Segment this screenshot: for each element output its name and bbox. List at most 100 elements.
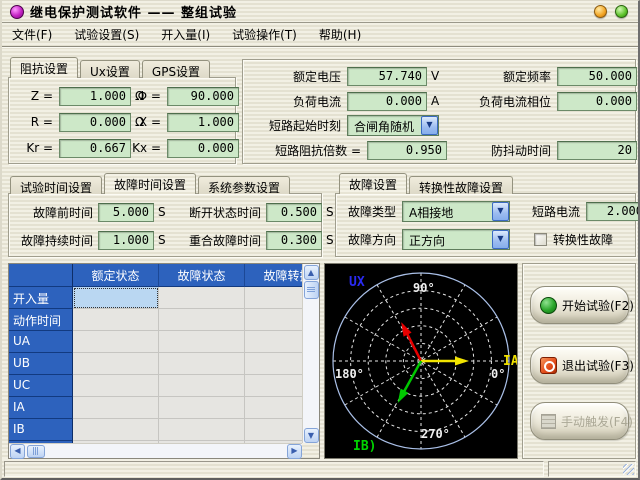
table-cell[interactable] <box>245 309 303 331</box>
table-cell[interactable] <box>245 353 303 375</box>
table-cell[interactable] <box>159 397 245 419</box>
column-header-fault[interactable]: 故障状态 <box>159 264 245 287</box>
menu-file[interactable]: 文件(F) <box>10 24 54 45</box>
fault-type-dropdown[interactable]: A相接地 ▼ <box>402 201 510 222</box>
open-state-input[interactable] <box>266 203 322 222</box>
phasor-label-270: 270° <box>421 427 450 441</box>
reclose-input[interactable] <box>266 231 322 250</box>
table-cell[interactable] <box>73 375 159 397</box>
status-secondary <box>548 461 636 477</box>
tab-test-times[interactable]: 试验时间设置 <box>10 176 102 194</box>
debounce-input[interactable] <box>557 141 637 160</box>
vertical-scroll-thumb[interactable] <box>304 281 319 299</box>
chevron-down-icon[interactable]: ▼ <box>492 230 509 249</box>
start-icon <box>540 297 557 314</box>
table-cell[interactable] <box>73 331 159 353</box>
vertical-scrollbar[interactable]: ▲ ▼ <box>302 264 319 444</box>
rated-frequency-input[interactable] <box>557 67 637 86</box>
scroll-up-icon[interactable]: ▲ <box>304 265 319 280</box>
sc-multiple-input[interactable] <box>367 141 447 160</box>
times-tabstrip: 试验时间设置 故障时间设置 系统参数设置 <box>10 173 292 194</box>
tab-gps-settings[interactable]: GPS设置 <box>142 60 210 78</box>
tab-convert-fault-settings[interactable]: 转换性故障设置 <box>409 176 513 194</box>
convert-fault-checkbox[interactable] <box>534 233 547 246</box>
fault-direction-dropdown[interactable]: 正方向 ▼ <box>402 229 510 250</box>
title-bar: 继电保护测试软件 —— 整组试验 <box>2 1 638 23</box>
manual-trigger-button[interactable]: 手动触发(F4) <box>530 402 629 440</box>
menu-help[interactable]: 帮助(H) <box>317 24 363 45</box>
pre-fault-input[interactable] <box>98 203 154 222</box>
stop-icon <box>540 357 557 374</box>
table-cell[interactable] <box>73 397 159 419</box>
column-header-rated[interactable]: 额定状态 <box>73 264 159 287</box>
table-cell[interactable] <box>245 397 303 419</box>
r-input[interactable] <box>59 113 131 132</box>
load-phase-input[interactable] <box>557 92 637 111</box>
resize-grip-icon[interactable] <box>623 464 634 475</box>
tab-ux-settings[interactable]: Ux设置 <box>80 60 140 78</box>
tab-fault-times[interactable]: 故障时间设置 <box>104 173 196 194</box>
phasor-label-180: 180° <box>335 367 364 381</box>
horizontal-scrollbar[interactable]: ◀ ▶ <box>9 443 303 458</box>
table-cell[interactable] <box>245 331 303 353</box>
menu-input-quantity[interactable]: 开入量(I) <box>159 24 212 45</box>
row-header[interactable]: UB <box>9 353 73 375</box>
table-row: UB <box>9 353 303 375</box>
tab-impedance-settings[interactable]: 阻抗设置 <box>10 57 78 78</box>
table-cell[interactable] <box>159 331 245 353</box>
row-header[interactable]: UA <box>9 331 73 353</box>
rated-voltage-unit: V <box>431 69 439 83</box>
open-state-label: 断开状态时间 <box>173 204 261 221</box>
scroll-left-icon[interactable]: ◀ <box>10 444 25 459</box>
table-cell[interactable] <box>159 353 245 375</box>
row-header[interactable]: IA <box>9 397 73 419</box>
scroll-down-icon[interactable]: ▼ <box>304 428 319 443</box>
horizontal-scroll-thumb[interactable] <box>27 445 45 458</box>
fault-direction-label: 故障方向 <box>344 231 396 248</box>
table-cell[interactable] <box>245 419 303 441</box>
load-current-input[interactable] <box>347 92 427 111</box>
menu-test-operation[interactable]: 试验操作(T) <box>230 24 299 45</box>
row-header[interactable]: UC <box>9 375 73 397</box>
sc-current-input[interactable] <box>586 202 640 221</box>
table-cell[interactable] <box>159 375 245 397</box>
fault-duration-input[interactable] <box>98 231 154 250</box>
row-header[interactable]: IB <box>9 419 73 441</box>
z-input[interactable] <box>59 87 131 106</box>
table-cell[interactable] <box>245 287 303 309</box>
load-current-unit: A <box>431 94 439 108</box>
rated-voltage-input[interactable] <box>347 67 427 86</box>
menu-test-settings[interactable]: 试验设置(S) <box>72 24 141 45</box>
chevron-down-icon[interactable]: ▼ <box>492 202 509 221</box>
x-input[interactable] <box>167 113 239 132</box>
phi-input[interactable] <box>167 87 239 106</box>
tab-system-params[interactable]: 系统参数设置 <box>198 176 290 194</box>
table-cell[interactable] <box>159 287 245 309</box>
table-row: UC <box>9 375 303 397</box>
fault-panel: 故障类型 A相接地 ▼ 短路电流 A 故障方向 正方向 ▼ 转换 <box>335 193 636 257</box>
row-header[interactable]: 动作时间 <box>9 309 73 331</box>
table-cell[interactable] <box>73 419 159 441</box>
tab-fault-settings[interactable]: 故障设置 <box>339 173 407 194</box>
rated-voltage-label: 额定电压 <box>249 68 341 85</box>
exit-test-button[interactable]: 退出试验(F3) <box>530 346 629 384</box>
row-header[interactable]: 开入量 <box>9 287 73 309</box>
minimize-button[interactable] <box>594 5 607 18</box>
table-cell[interactable] <box>245 375 303 397</box>
scroll-right-icon[interactable]: ▶ <box>287 444 302 459</box>
x-label: X = <box>129 115 161 129</box>
column-header-convert[interactable]: 故障转换 <box>245 264 303 287</box>
impedance-tabstrip: 阻抗设置 Ux设置 GPS设置 <box>10 57 212 78</box>
kr-input[interactable] <box>59 139 131 158</box>
kx-input[interactable] <box>167 139 239 158</box>
start-test-button[interactable]: 开始试验(F2) <box>530 286 629 324</box>
table-cell[interactable] <box>159 309 245 331</box>
scrollbar-corner <box>302 443 319 458</box>
table-cell-selected[interactable] <box>73 287 159 309</box>
sc-start-dropdown[interactable]: 合闸角随机 ▼ <box>347 115 439 136</box>
close-button[interactable] <box>615 5 628 18</box>
chevron-down-icon[interactable]: ▼ <box>421 116 438 135</box>
table-cell[interactable] <box>159 419 245 441</box>
table-cell[interactable] <box>73 353 159 375</box>
table-cell[interactable] <box>73 309 159 331</box>
